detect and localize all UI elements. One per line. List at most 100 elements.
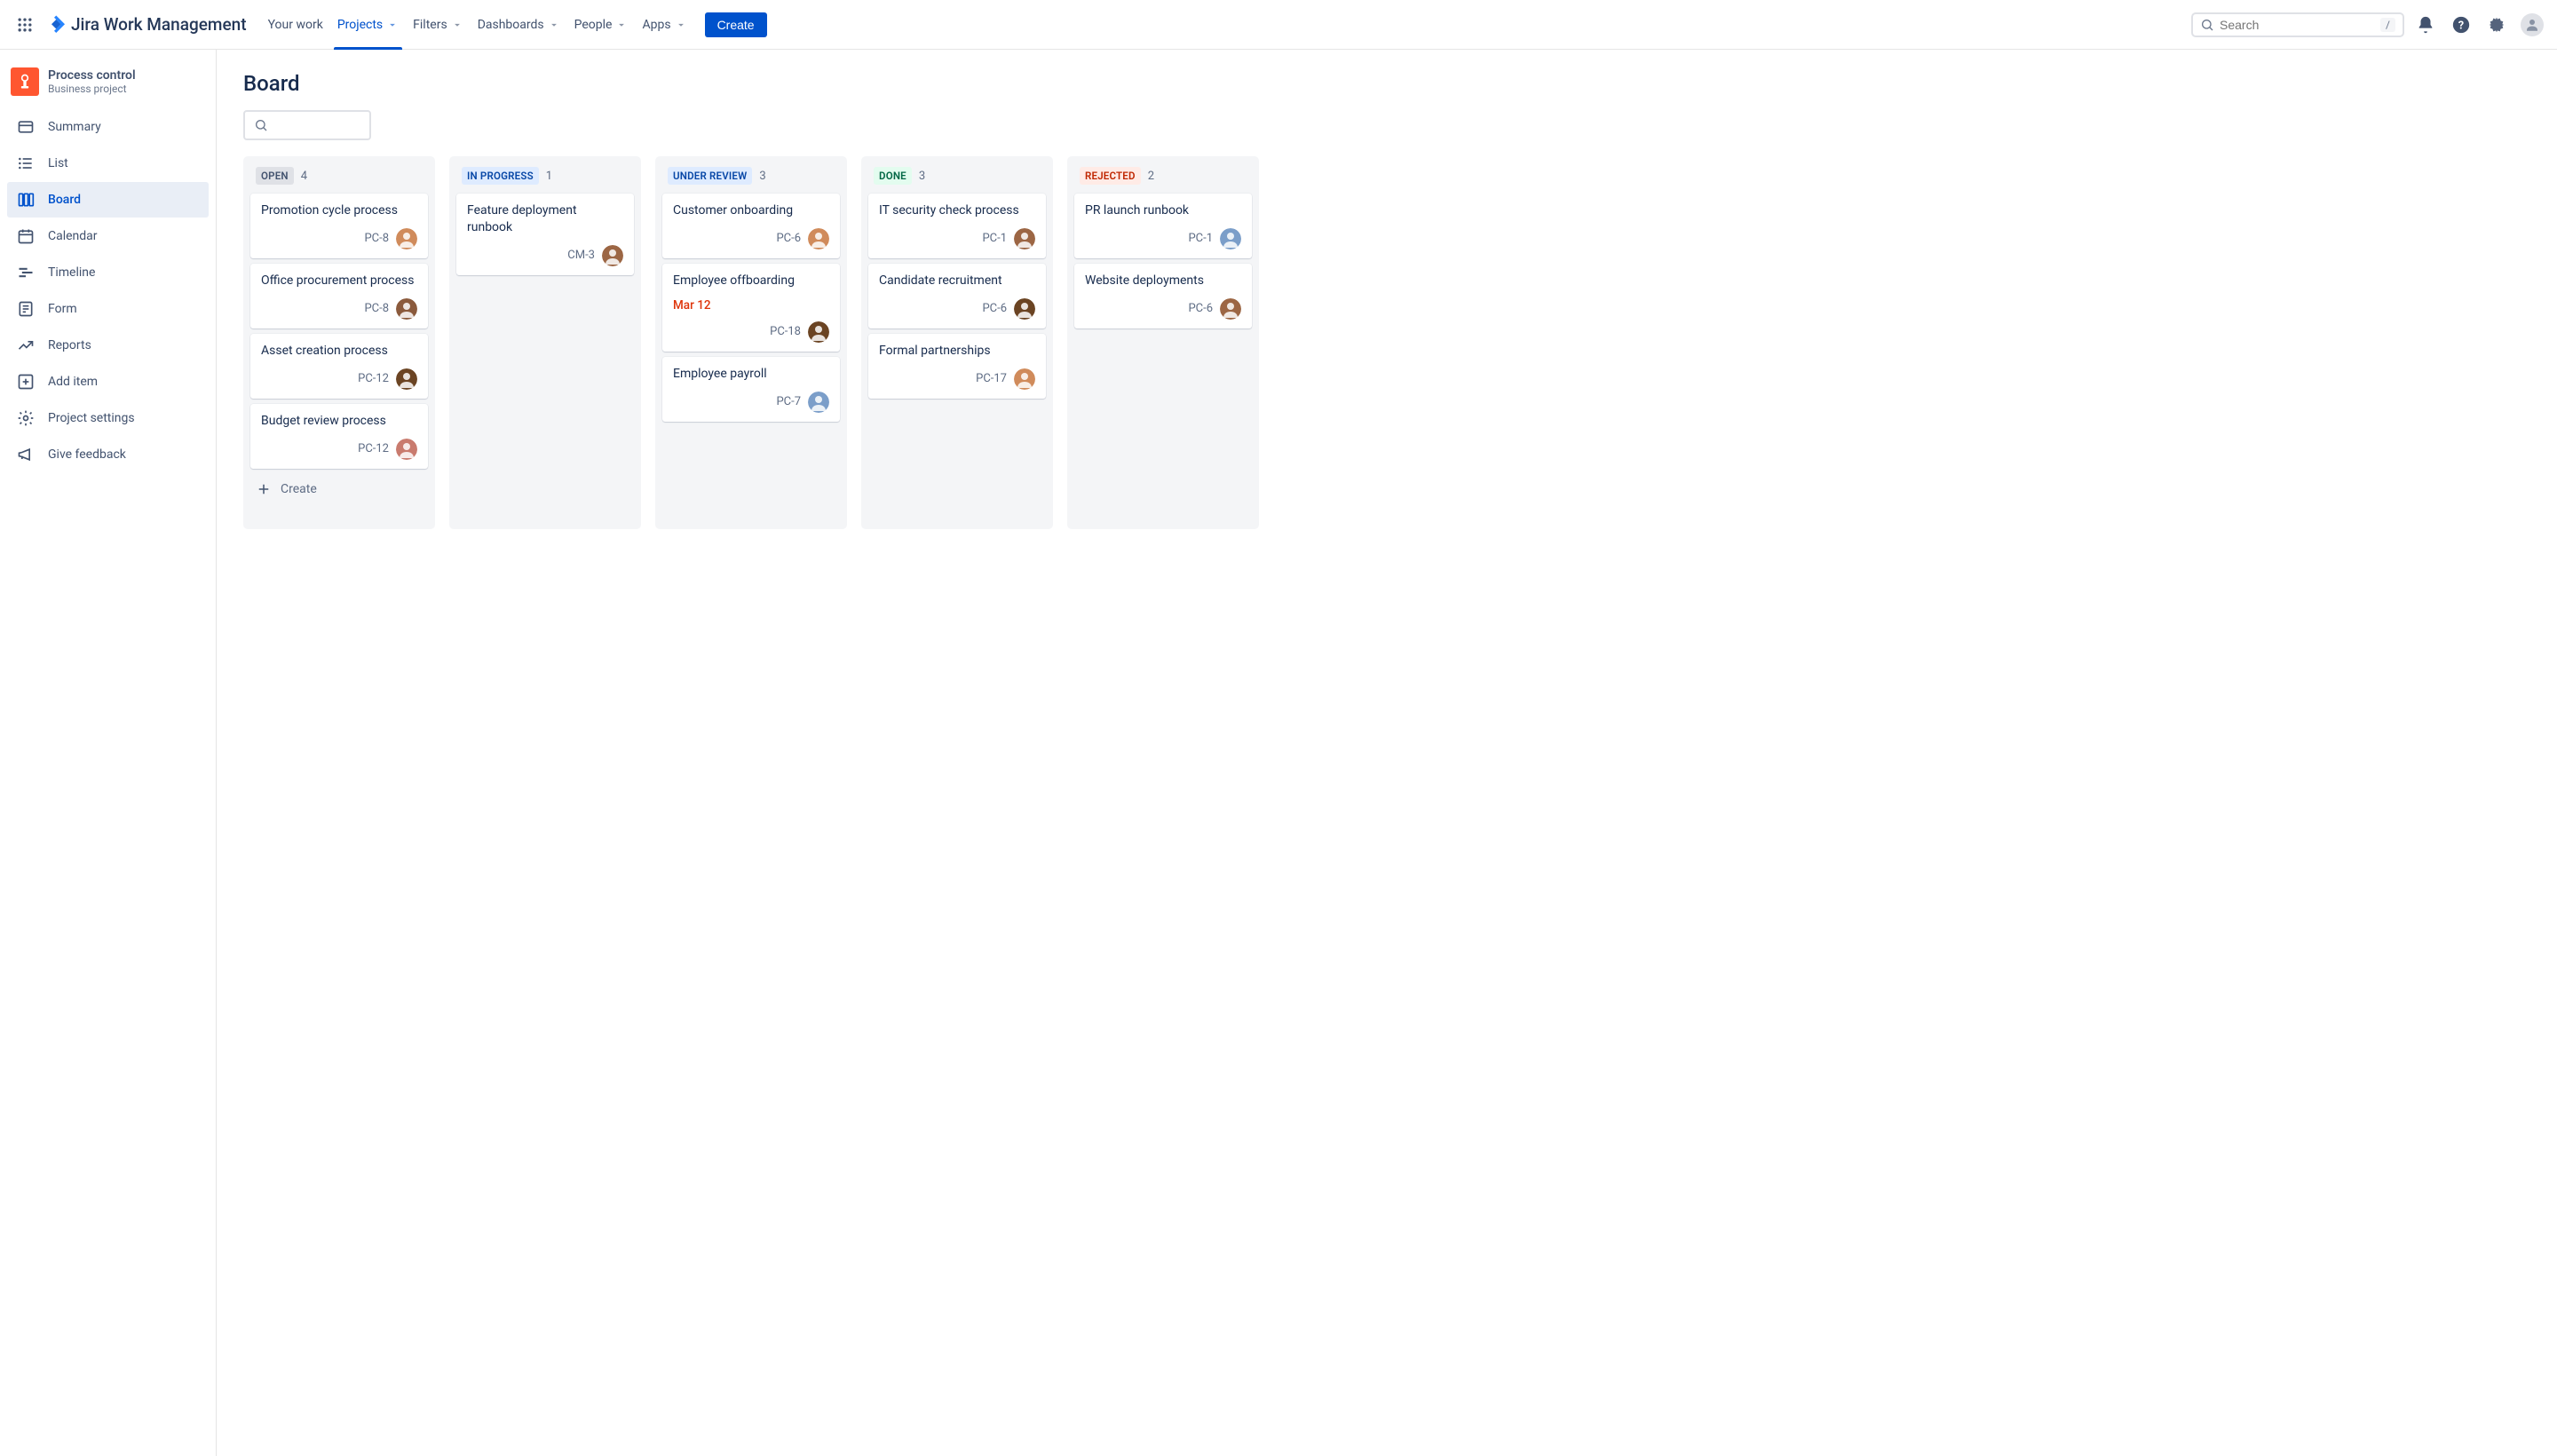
help-icon[interactable]: ?: [2447, 11, 2475, 39]
sidebar-item-add-item[interactable]: Add item: [7, 364, 209, 400]
assignee-avatar: [396, 368, 417, 390]
assignee-avatar: [396, 298, 417, 320]
product-name: Jira Work Management: [71, 14, 247, 35]
card[interactable]: Customer onboarding PC-6: [662, 194, 840, 258]
sidebar-item-project-settings[interactable]: Project settings: [7, 400, 209, 436]
column-header: OPEN 4: [250, 167, 428, 194]
card-key: CM-3: [567, 249, 595, 262]
search-icon: [2200, 18, 2214, 32]
notifications-icon[interactable]: [2411, 11, 2440, 39]
nav-item-your-work[interactable]: Your work: [261, 0, 330, 50]
assignee-avatar: [396, 439, 417, 460]
nav-item-apps[interactable]: Apps: [635, 0, 693, 50]
card[interactable]: PR launch runbook PC-1: [1074, 194, 1252, 258]
sidebar-item-label: Calendar: [48, 229, 98, 243]
card-title: Feature deployment runbook: [467, 202, 623, 236]
gear-icon: [16, 408, 36, 428]
card-title: Promotion cycle process: [261, 202, 417, 219]
card-key: PC-6: [776, 232, 801, 245]
card[interactable]: Feature deployment runbook CM-3: [456, 194, 634, 275]
chevron-down-icon: [386, 19, 399, 31]
product-logo[interactable]: Jira Work Management: [46, 14, 247, 36]
calendar-icon: [16, 226, 36, 246]
assignee-avatar: [1014, 298, 1035, 320]
card[interactable]: Budget review process PC-12: [250, 404, 428, 469]
list-icon: [16, 154, 36, 173]
nav-item-dashboards[interactable]: Dashboards: [471, 0, 567, 50]
card-key: PC-12: [358, 442, 389, 455]
column-in-progress: IN PROGRESS 1 Feature deployment runbook…: [449, 156, 641, 529]
nav-item-filters[interactable]: Filters: [406, 0, 471, 50]
sidebar-item-label: Add item: [48, 375, 98, 389]
sidebar-item-label: Form: [48, 302, 77, 316]
search-input-wrapper[interactable]: /: [2191, 12, 2404, 37]
column-header: UNDER REVIEW 3: [662, 167, 840, 194]
sidebar-item-list[interactable]: List: [7, 146, 209, 181]
card-title: Website deployments: [1085, 273, 1241, 289]
create-card-button[interactable]: Create: [250, 474, 428, 504]
app-switcher-icon[interactable]: [11, 11, 39, 39]
card-key: PC-7: [776, 395, 801, 408]
search-input[interactable]: [2220, 18, 2380, 32]
assignee-avatar: [396, 228, 417, 249]
assignee-avatar: [808, 392, 829, 413]
card-title: Asset creation process: [261, 343, 417, 360]
card-footer: PC-6: [673, 228, 829, 249]
card-key: PC-6: [1188, 302, 1213, 315]
assignee-avatar: [1220, 228, 1241, 249]
sidebar-item-calendar[interactable]: Calendar: [7, 218, 209, 254]
sidebar-item-board[interactable]: Board: [7, 182, 209, 218]
nav-item-people[interactable]: People: [567, 0, 636, 50]
column-count: 3: [919, 170, 925, 183]
sidebar-item-label: Board: [48, 193, 81, 207]
card-key: PC-8: [364, 302, 389, 315]
megaphone-icon: [16, 445, 36, 464]
sidebar-item-reports[interactable]: Reports: [7, 328, 209, 363]
svg-text:?: ?: [2458, 19, 2464, 32]
card[interactable]: Website deployments PC-6: [1074, 264, 1252, 328]
card[interactable]: Employee payroll PC-7: [662, 357, 840, 422]
card-footer: PC-6: [1085, 298, 1241, 320]
card[interactable]: Employee offboarding Mar 12 PC-18: [662, 264, 840, 352]
assignee-avatar: [1014, 228, 1035, 249]
card-footer: PC-12: [261, 439, 417, 460]
sidebar-item-form[interactable]: Form: [7, 291, 209, 327]
search-shortcut: /: [2380, 18, 2395, 32]
create-button[interactable]: Create: [705, 12, 767, 37]
assignee-avatar: [1220, 298, 1241, 320]
nav-item-projects[interactable]: Projects: [330, 0, 406, 50]
card[interactable]: Candidate recruitment PC-6: [868, 264, 1046, 328]
page-title: Board: [243, 71, 2530, 96]
board-search[interactable]: [243, 110, 371, 140]
sidebar-item-timeline[interactable]: Timeline: [7, 255, 209, 290]
card-footer: PC-18: [673, 321, 829, 343]
card[interactable]: Office procurement process PC-8: [250, 264, 428, 328]
timeline-icon: [16, 263, 36, 282]
card[interactable]: IT security check process PC-1: [868, 194, 1046, 258]
sidebar-item-give-feedback[interactable]: Give feedback: [7, 437, 209, 472]
card-title: Budget review process: [261, 413, 417, 430]
settings-icon[interactable]: [2482, 11, 2511, 39]
project-type: Business project: [48, 83, 136, 95]
sidebar-item-label: Summary: [48, 120, 101, 134]
column-open: OPEN 4 Promotion cycle process PC-8 Offi…: [243, 156, 435, 529]
reports-icon: [16, 336, 36, 355]
profile-avatar[interactable]: [2518, 11, 2546, 39]
chevron-down-icon: [615, 19, 628, 31]
sidebar-item-summary[interactable]: Summary: [7, 109, 209, 145]
column-title: IN PROGRESS: [462, 167, 539, 185]
column-count: 3: [759, 170, 765, 183]
card-key: PC-17: [976, 372, 1007, 385]
form-icon: [16, 299, 36, 319]
column-title: REJECTED: [1080, 167, 1141, 185]
card-footer: PC-1: [1085, 228, 1241, 249]
project-header[interactable]: Process control Business project: [7, 67, 209, 108]
card-title: Employee offboarding: [673, 273, 829, 289]
card[interactable]: Formal partnerships PC-17: [868, 334, 1046, 399]
card[interactable]: Asset creation process PC-12: [250, 334, 428, 399]
card-due-date: Mar 12: [673, 298, 829, 313]
card-key: PC-1: [1188, 232, 1213, 245]
plus-icon: [256, 481, 272, 497]
search-icon: [254, 118, 268, 132]
card[interactable]: Promotion cycle process PC-8: [250, 194, 428, 258]
